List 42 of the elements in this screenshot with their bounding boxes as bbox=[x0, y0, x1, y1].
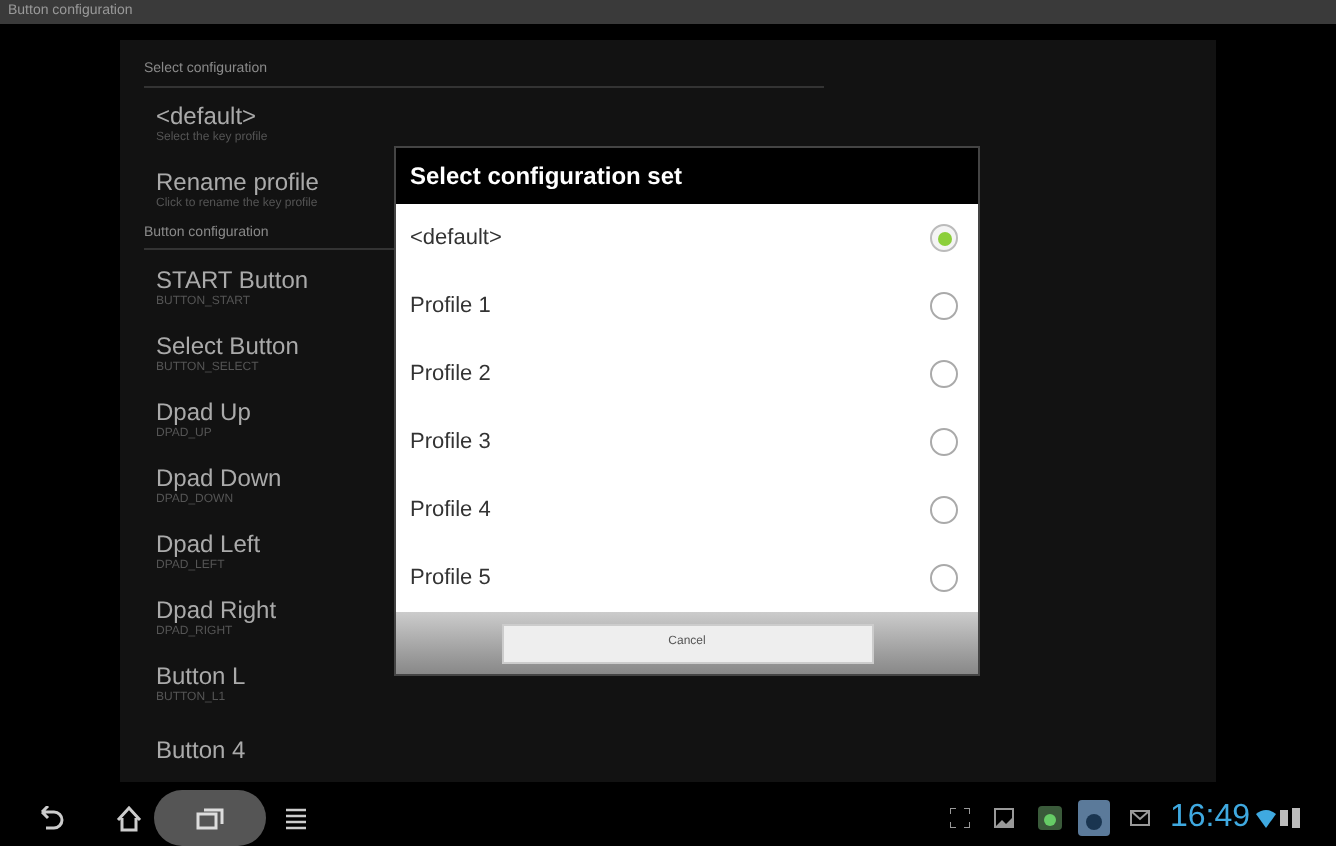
menu-icon[interactable] bbox=[286, 806, 306, 830]
mail-icon bbox=[1129, 810, 1150, 826]
camera-app-icon bbox=[1077, 800, 1110, 836]
item-title: Rename profile bbox=[156, 168, 321, 196]
option-label: Profile 3 bbox=[410, 427, 491, 458]
dialog-title: Select configuration set bbox=[410, 160, 683, 194]
option-row[interactable]: Profile 5 bbox=[396, 544, 978, 612]
item-title: Button L bbox=[156, 661, 248, 689]
battery-icon bbox=[1280, 808, 1300, 828]
home-icon[interactable] bbox=[116, 805, 142, 831]
item-title: Dpad Up bbox=[156, 397, 253, 425]
option-label: Profile 2 bbox=[410, 359, 491, 390]
radio-button[interactable] bbox=[930, 292, 958, 320]
recent-apps-icon bbox=[196, 806, 224, 830]
option-row[interactable]: Profile 1 bbox=[396, 272, 978, 340]
image-icon bbox=[993, 808, 1014, 828]
app-icon bbox=[1037, 806, 1062, 830]
item-title: Dpad Right bbox=[156, 595, 279, 623]
item-title: Button 4 bbox=[156, 735, 248, 763]
option-label: Profile 1 bbox=[410, 291, 491, 322]
radio-button[interactable] bbox=[930, 224, 958, 252]
screenshot-icon[interactable] bbox=[949, 808, 970, 828]
radio-button[interactable] bbox=[930, 496, 958, 524]
option-row[interactable]: Profile 4 bbox=[396, 476, 978, 544]
item-title: START Button bbox=[156, 265, 311, 293]
wifi-icon bbox=[1256, 809, 1276, 827]
item-title: Select Button bbox=[156, 331, 301, 359]
item-title: <default> bbox=[156, 102, 259, 130]
back-icon[interactable] bbox=[36, 806, 64, 830]
clock: 16:49 bbox=[1169, 798, 1250, 838]
recent-apps-button[interactable] bbox=[154, 790, 266, 846]
option-row[interactable]: Profile 2 bbox=[396, 340, 978, 408]
settings-item[interactable]: Button 4 bbox=[144, 716, 364, 782]
item-title: Dpad Left bbox=[156, 529, 263, 557]
option-label: Profile 5 bbox=[410, 563, 491, 594]
option-label: Profile 4 bbox=[410, 495, 491, 526]
item-title: Dpad Down bbox=[156, 463, 284, 491]
radio-button[interactable] bbox=[930, 428, 958, 456]
radio-button[interactable] bbox=[930, 360, 958, 388]
radio-button[interactable] bbox=[930, 564, 958, 592]
option-row[interactable]: Profile 3 bbox=[396, 408, 978, 476]
option-label: <default> bbox=[410, 223, 502, 254]
